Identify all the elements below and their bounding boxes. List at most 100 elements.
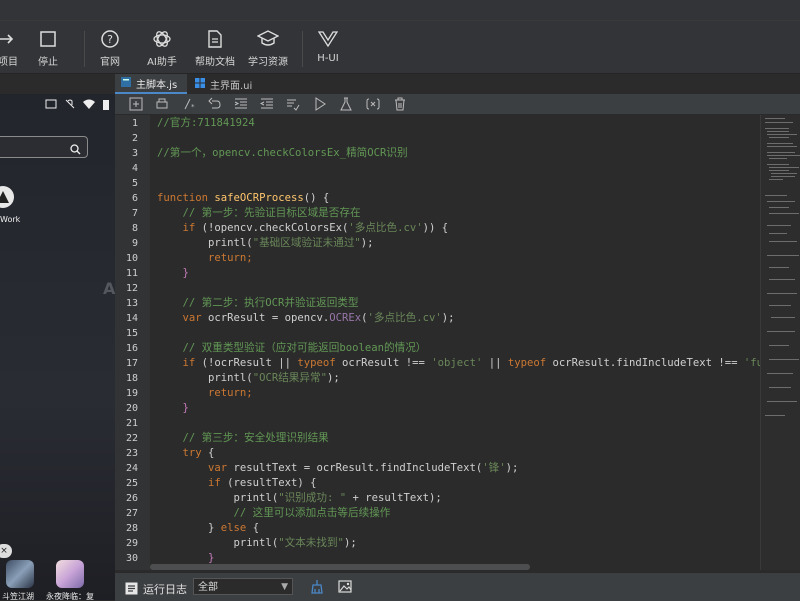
print-icon[interactable]: [154, 96, 170, 112]
help-docs-label: 帮助文档: [195, 57, 235, 68]
device-status-bar: [0, 94, 115, 114]
run-icon[interactable]: [312, 96, 328, 112]
line-number: 28: [125, 523, 138, 534]
title-bar: [0, 0, 800, 21]
horizontal-scrollbar[interactable]: [150, 564, 530, 570]
mute-icon: [65, 99, 75, 109]
line-number: 23: [125, 448, 138, 459]
variable-icon[interactable]: [365, 96, 381, 112]
stop-button[interactable]: 停止: [18, 27, 78, 71]
help-docs-button[interactable]: 帮助文档: [185, 27, 245, 71]
editor-tabs: 主脚本.js 主界面.ui: [115, 74, 800, 94]
code-line-17: if (!ocrResult || typeof ocrResult !== '…: [182, 357, 760, 369]
openai-icon: [132, 27, 192, 51]
avengers-watermark-icon: A: [103, 279, 115, 298]
outdent-icon[interactable]: [259, 96, 275, 112]
log-icon: [125, 580, 138, 599]
line-number-gutter: 1 2 3 4 5 6 7 8 9 10 11 12 13 14 15 16 1…: [115, 115, 150, 570]
code-line-10: return;: [208, 252, 253, 264]
line-number: 10: [125, 253, 138, 264]
code-line-22: // 第三步：安全处理识别结果: [182, 432, 329, 444]
app-icon-yongyejianglin[interactable]: [56, 560, 84, 588]
image-icon[interactable]: [338, 579, 353, 598]
cast-icon: [45, 99, 57, 109]
line-number: 2: [131, 133, 138, 144]
vue-icon: [298, 27, 358, 51]
ai-assistant-label: AI助手: [147, 57, 177, 68]
editor-actions-bar: *: [115, 94, 800, 115]
tab-main-ui[interactable]: 主界面.ui: [189, 74, 273, 94]
main-toolbar: 项目 停止 ? 官网 AI助手 帮助文档 学习资源 H-UI: [0, 21, 800, 74]
code-line-1: //官方:711841924: [157, 117, 255, 129]
comment-toggle-icon[interactable]: *: [181, 96, 197, 112]
document-icon: [185, 27, 245, 51]
code-line-3: //第一个，opencv.checkColorsEx_精简OCR识别: [157, 147, 408, 159]
code-line-16: // 双重类型验证（应对可能返回boolean的情况）: [182, 342, 427, 354]
code-line-19: return;: [208, 387, 253, 399]
device-search-box[interactable]: [0, 136, 88, 158]
code-line-29: printl("文本未找到");: [233, 537, 357, 549]
learning-resources-label: 学习资源: [248, 57, 288, 68]
log-filter-value: 全部: [198, 582, 218, 593]
work-app-icon[interactable]: [0, 186, 14, 208]
code-line-24: var resultText = ocrResult.findIncludeTe…: [208, 462, 519, 474]
code-line-7: // 第一步：先验证目标区域是否存在: [182, 207, 361, 219]
log-filter-select[interactable]: 全部 ▼: [193, 578, 293, 595]
line-number: 24: [125, 463, 138, 474]
help-icon: ?: [80, 27, 140, 51]
svg-text:*: *: [191, 103, 195, 111]
learning-resources-button[interactable]: 学习资源: [238, 27, 298, 71]
close-icon[interactable]: ×: [0, 544, 12, 558]
line-number: 9: [131, 238, 138, 249]
undo-icon[interactable]: [207, 96, 223, 112]
code-line-20: }: [182, 402, 189, 414]
js-file-icon: [121, 76, 131, 90]
code-line-8: if (!opencv.checkColorsEx('多点比色.cv')) {: [182, 222, 449, 234]
code-line-14: var ocrResult = opencv.OCREx('多点比色.cv');: [182, 312, 455, 324]
line-number: 1: [131, 118, 138, 129]
code-line-18: printl("OCR结果异常");: [208, 372, 340, 384]
tab-label: 主脚本.js: [136, 79, 178, 91]
line-number: 18: [125, 373, 138, 384]
stop-button-label: 停止: [38, 57, 58, 68]
tab-main-script[interactable]: 主脚本.js: [115, 74, 187, 94]
app-icon-doulijianghu[interactable]: [6, 560, 34, 588]
official-site-button[interactable]: ? 官网: [80, 27, 140, 71]
line-number: 16: [125, 343, 138, 354]
flask-icon[interactable]: [338, 96, 354, 112]
line-number: 14: [125, 313, 138, 324]
line-number: 20: [125, 403, 138, 414]
app-label: 斗笠江湖: [2, 592, 34, 600]
code-line-11: }: [182, 267, 189, 279]
code-editor[interactable]: //官方:711841924 //第一个，opencv.checkColorsE…: [150, 115, 760, 570]
line-number: 17: [125, 358, 138, 369]
line-number: 29: [125, 538, 138, 549]
delete-icon[interactable]: [392, 96, 408, 112]
line-number: 11: [125, 268, 138, 279]
line-number: 4: [131, 163, 138, 174]
code-line-27: // 这里可以添加点击等后续操作: [233, 507, 391, 519]
line-number: 21: [125, 418, 138, 429]
line-number: 13: [125, 298, 138, 309]
chevron-down-icon: ▼: [281, 582, 288, 592]
code-line-26: printl("识别成功: " + resultText);: [233, 492, 442, 504]
format-icon[interactable]: [285, 96, 301, 112]
line-number: 30: [125, 553, 138, 564]
code-line-28: } else {: [208, 522, 260, 534]
search-icon: [70, 140, 81, 159]
line-number: 8: [131, 223, 138, 234]
ai-assistant-button[interactable]: AI助手: [132, 27, 192, 71]
code-line-6: function safeOCRProcess() {: [157, 192, 330, 204]
line-number: 12: [125, 283, 138, 294]
app-label: 永夜降临：复: [46, 592, 94, 600]
indent-icon[interactable]: [233, 96, 249, 112]
line-number: 15: [125, 328, 138, 339]
line-number: 5: [131, 178, 138, 189]
broom-icon[interactable]: [310, 579, 325, 598]
h-ui-button[interactable]: H-UI: [298, 27, 358, 71]
stop-icon: [18, 27, 78, 51]
code-line-13: // 第二步：执行OCR并验证返回类型: [182, 297, 359, 309]
wifi-icon: [83, 99, 95, 109]
code-minimap[interactable]: [760, 115, 800, 570]
add-icon[interactable]: [128, 96, 144, 112]
